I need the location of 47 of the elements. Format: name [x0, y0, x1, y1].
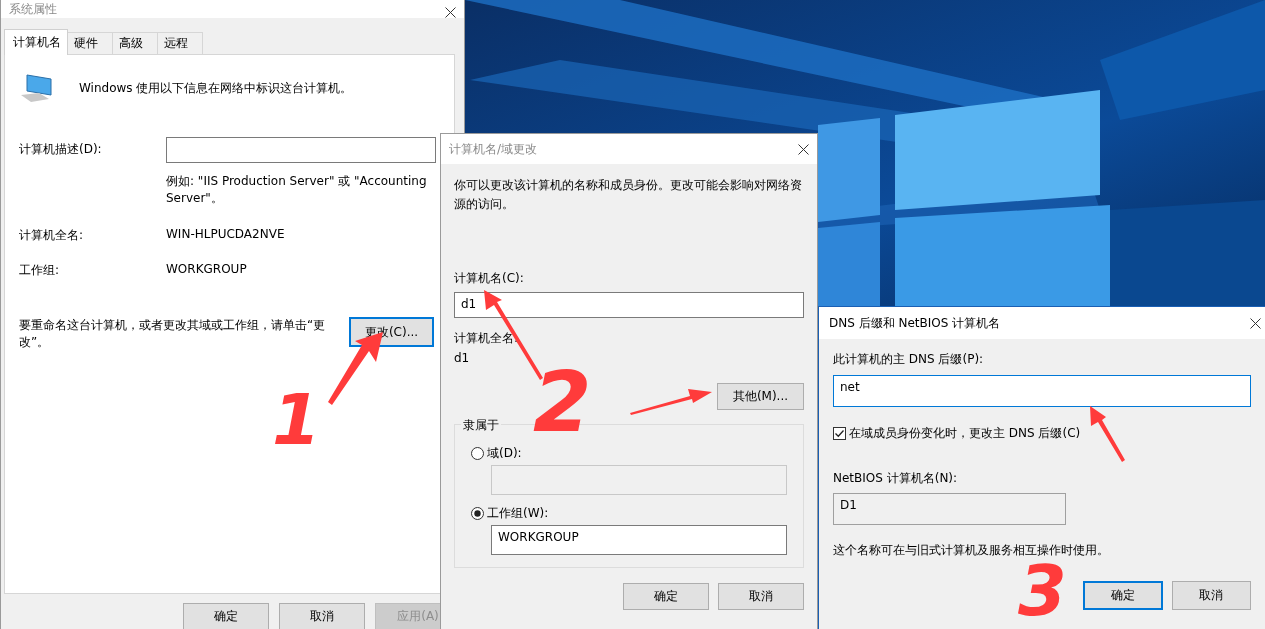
checkbox-label: 在域成员身份变化时，更改主 DNS 后缀(C) [849, 425, 1081, 442]
more-button[interactable]: 其他(M)... [717, 383, 804, 410]
input-field[interactable]: WORKGROUP [491, 525, 787, 555]
info-label: 工作组: [19, 262, 61, 279]
annotation-number: 3 [1018, 556, 1067, 626]
dialog-button[interactable]: 取消 [1171, 581, 1251, 610]
radio-button[interactable] [471, 447, 484, 460]
radio-label: 工作组(W): [487, 505, 549, 522]
close-icon[interactable] [445, 7, 456, 18]
intro-text: Windows 使用以下信息在网络中标识这台计算机。 [79, 79, 353, 97]
info-value: WORKGROUP [166, 262, 248, 278]
readonly-field: D1 [833, 493, 1066, 525]
window-title: 系统属性 [9, 1, 57, 18]
close-icon[interactable] [798, 143, 809, 155]
example-text: 例如: "IIS Production Server" 或 "Accounting Server"。 [166, 173, 428, 207]
dialog-button[interactable]: 取消 [718, 583, 804, 610]
tab[interactable]: 计算机名 [4, 29, 68, 55]
radio-button[interactable] [471, 507, 484, 520]
group-legend: 隶属于 [461, 417, 501, 434]
info-label: 计算机全名: [19, 227, 85, 244]
field-label: NetBIOS 计算机名(N): [833, 470, 959, 487]
annotation-number: 2 [533, 360, 592, 444]
arrow [1090, 406, 1125, 462]
note-text: 这个名称可在与旧式计算机及服务相互操作时使用。 [833, 542, 1110, 559]
dialog-button[interactable]: 确定 [1083, 581, 1163, 610]
checkbox[interactable] [833, 427, 846, 440]
field-label: 此计算机的主 DNS 后缀(P): [833, 351, 985, 368]
field-label: 计算机描述(D): [19, 141, 103, 158]
field-label: 计算机全名: [454, 330, 520, 347]
window-title: DNS 后缀和 NetBIOS 计算机名 [829, 314, 1001, 332]
tab[interactable]: 远程 [157, 32, 203, 55]
input-field[interactable] [166, 137, 436, 163]
info-value: WIN-HLPUCDA2NVE [166, 227, 286, 243]
radio-label: 域(D): [487, 445, 522, 462]
dialog-button[interactable]: 确定 [183, 603, 269, 629]
full-name-value: d1 [454, 351, 471, 365]
annotation-number: 1 [272, 378, 321, 462]
computer-icon [19, 73, 55, 103]
window-title: 计算机名/域更改 [449, 140, 538, 158]
close-icon[interactable] [1250, 317, 1261, 329]
hint-text: 要重命名这台计算机，或者更改其域或工作组，请单击“更改”。 [19, 317, 327, 351]
description-text: 你可以更改该计算机的名称和成员身份。更改可能会影响对网络资源的访问。 [454, 177, 803, 213]
input-field[interactable]: d1 [454, 292, 804, 318]
dialog-button[interactable]: 取消 [279, 603, 365, 629]
field-label: 计算机名(C): [454, 270, 525, 287]
input-field[interactable]: net [833, 375, 1251, 407]
dialog-button[interactable]: 确定 [623, 583, 709, 610]
